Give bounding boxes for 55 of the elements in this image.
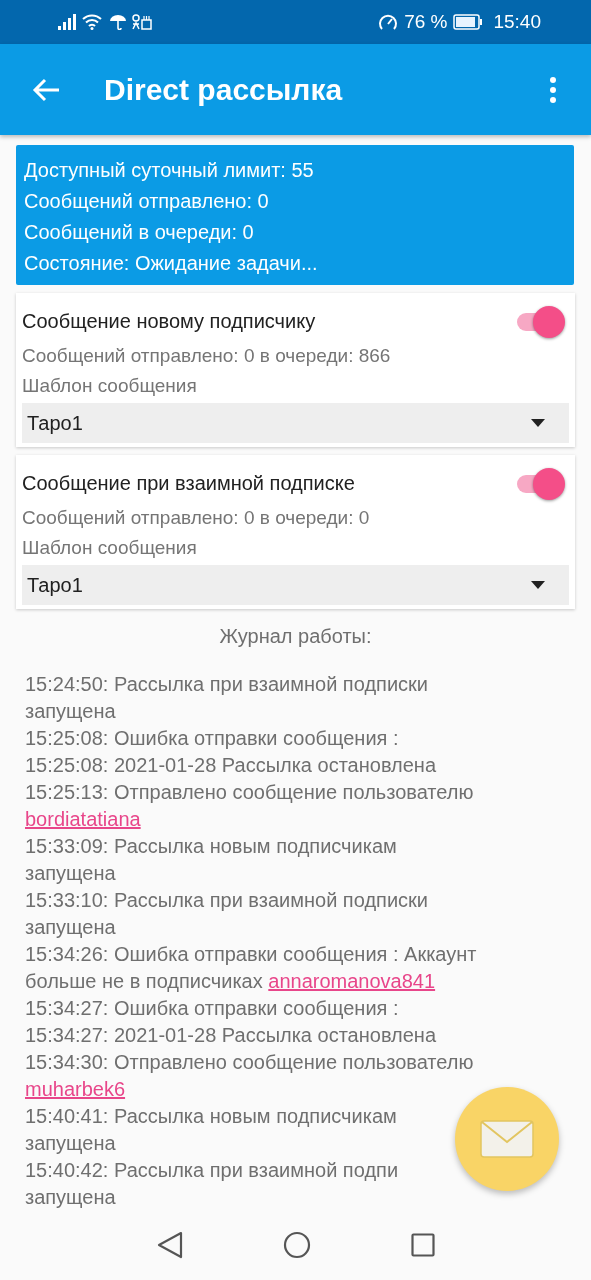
dropdown-caret-icon [531, 419, 545, 427]
envelope-icon [480, 1120, 534, 1158]
log-text: запущена [25, 862, 116, 884]
log-text: 15:40:41: Рассылка новым подписчикам [25, 1105, 397, 1127]
card-title: Сообщение при взаимной подписке [22, 471, 356, 495]
wifi-icon [82, 14, 102, 30]
more-options-button[interactable] [549, 75, 557, 104]
log-text: запущена [25, 916, 116, 938]
recents-square-icon [410, 1233, 435, 1257]
dropdown-caret-icon [531, 581, 545, 589]
log-text: 15:25:08: 2021-01-28 Рассылка остановлена [25, 754, 436, 776]
notification-icon [132, 14, 152, 30]
log-text: 15:33:09: Рассылка новым подписчикам [25, 835, 397, 857]
card-title: Сообщение новому подписчику [22, 309, 317, 333]
status-line: Сообщений отправлено: 0 [24, 189, 270, 214]
back-arrow-icon [32, 77, 60, 102]
log-text: больше не в подписчиках [25, 970, 263, 992]
log-text: 15:40:42: Рассылка при взаимной подпи [25, 1159, 399, 1181]
stats-text: Сообщений отправлено: 0 в очереди: 0 [22, 506, 371, 530]
log-text: запущена [25, 1132, 116, 1154]
log-text: 15:34:27: 2021-01-28 Рассылка остановлена [25, 1024, 436, 1046]
more-options-icon [549, 75, 557, 104]
battery-icon [453, 14, 484, 30]
screen-title: Direct рассылка [104, 72, 344, 107]
status-line: Сообщений в очереди: 0 [24, 220, 255, 245]
log-text: 15:33:10: Рассылка при взаимной подписки [25, 889, 428, 911]
stats-text: Сообщений отправлено: 0 в очереди: 866 [22, 344, 392, 368]
log-text: запущена [25, 700, 116, 722]
field-label: Шаблон сообщения [22, 536, 198, 560]
recents-button[interactable] [410, 1233, 435, 1257]
clock-time: 15:40 [493, 11, 541, 33]
log-text: 15:25:13: Отправлено сообщение пользователю [25, 781, 474, 803]
username-link[interactable]: muharbek6 [25, 1078, 126, 1100]
home-button[interactable] [282, 1231, 311, 1259]
back-button[interactable] [156, 1231, 183, 1259]
log-text: 15:24:50: Рассылка при взаимной подписки [25, 673, 428, 695]
status-line: Состояние: Ожидание задачи... [24, 251, 319, 276]
status-line: Доступный суточный лимит: 55 [24, 158, 315, 183]
log-title: Журнал работы: [218, 624, 373, 649]
username-link[interactable]: bordiatatiana [25, 808, 141, 830]
home-circle-icon [282, 1231, 311, 1259]
log-text: 15:34:26: Ошибка отправки сообщения : Аккаунт [25, 943, 477, 965]
back-triangle-icon [156, 1231, 183, 1259]
username-link[interactable]: annaromanova841 [268, 970, 436, 992]
template-dropdown[interactable]: Таро1 [22, 403, 569, 443]
battery-percent: 76 % [404, 11, 448, 33]
umbrella-icon [110, 14, 126, 30]
log-text: 15:34:30: Отправлено сообщение пользователю [25, 1051, 474, 1073]
log-text: запущена [25, 1186, 116, 1208]
log-text: 15:25:08: Ошибка отправки сообщения : [25, 727, 399, 749]
field-label: Шаблон сообщения [22, 374, 198, 398]
log-text: 15:34:27: Ошибка отправки сообщения : [25, 997, 399, 1019]
template-dropdown[interactable]: Таро1 [22, 565, 569, 605]
signal-icon [58, 14, 76, 30]
speedometer-icon [378, 12, 399, 32]
